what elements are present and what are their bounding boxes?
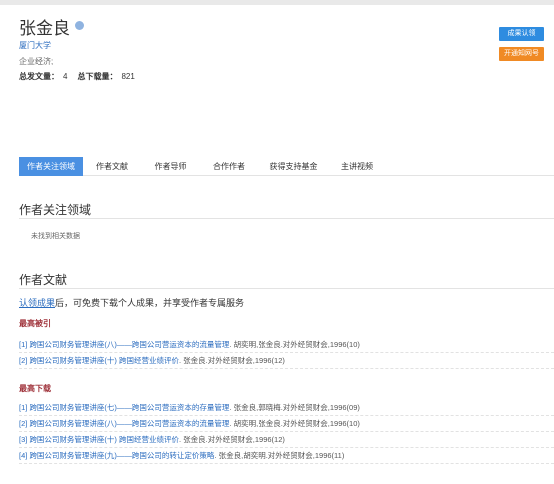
- claim-notice: 认领成果后，可免费下载个人成果，并享受作者专属服务: [19, 296, 244, 309]
- most-cited-label: 最高被引: [19, 319, 51, 328]
- total-papers-value: 4: [63, 72, 68, 81]
- list-item: [1] 跨国公司财务管理讲座(八)——跨国公司营运资本的流量管理. 胡奕明,张金…: [19, 337, 554, 353]
- item-index: [2]: [19, 356, 28, 365]
- claim-results-button[interactable]: 成果认领: [499, 27, 544, 41]
- list-item: [2] 跨国公司财务管理讲座(八)——跨国公司营运资本的流量管理. 胡奕明,张金…: [19, 416, 554, 432]
- most-downloaded-list: [1] 跨国公司财务管理讲座(七)——跨国公司营运资本的存量管理. 张金良,郭晓…: [19, 400, 554, 464]
- item-index: [2]: [19, 419, 28, 428]
- list-item: [2] 跨国公司财务管理讲座(十) 跨国经营业绩评价. 张金良.对外经贸财会,1…: [19, 353, 554, 369]
- paper-title-link[interactable]: 跨国公司财务管理讲座(九)——跨国公司的转让定价策略: [29, 451, 214, 460]
- paper-meta: . 胡奕明,张金良.对外经贸财会,1996(10): [229, 419, 360, 428]
- literature-section-divider: [19, 288, 554, 289]
- list-item: [4] 跨国公司财务管理讲座(九)——跨国公司的转让定价策略. 张金良,胡奕明.…: [19, 448, 554, 464]
- top-bar: [0, 0, 554, 5]
- total-papers-label: 总发文量：: [19, 72, 59, 81]
- no-data-text: 未找到相关数据: [31, 233, 80, 240]
- claim-link[interactable]: 认领成果: [19, 298, 55, 308]
- author-stats: 总发文量： 4 总下载量： 821: [19, 71, 135, 82]
- total-downloads-label: 总下载量：: [77, 72, 118, 81]
- most-downloaded-label: 最高下载: [19, 384, 51, 393]
- tab-advisor[interactable]: 作者导师: [141, 157, 200, 176]
- verified-icon: [75, 21, 84, 30]
- claim-notice-text: 后，可免费下载个人成果，并享受作者专属服务: [55, 298, 245, 308]
- tab-focus-areas[interactable]: 作者关注领域: [19, 157, 83, 176]
- list-item: [3] 跨国公司财务管理讲座(十) 跨国经营业绩评价. 张金良.对外经贸财会,1…: [19, 432, 554, 448]
- list-item: [1] 跨国公司财务管理讲座(七)——跨国公司营运资本的存量管理. 张金良,郭晓…: [19, 400, 554, 416]
- paper-meta: . 胡奕明,张金良.对外经贸财会,1996(10): [229, 340, 360, 349]
- literature-section-title: 作者文献: [19, 273, 68, 287]
- tab-funding[interactable]: 获得支持基金: [258, 157, 329, 176]
- item-index: [1]: [19, 340, 28, 349]
- tab-literature[interactable]: 作者文献: [83, 157, 141, 176]
- paper-title-link[interactable]: 跨国公司财务管理讲座(八)——跨国公司营运资本的流量管理: [29, 340, 229, 349]
- paper-meta: . 张金良.对外经贸财会,1996(12): [179, 356, 285, 365]
- paper-meta: . 张金良.对外经贸财会,1996(12): [179, 435, 285, 444]
- paper-title-link[interactable]: 跨国公司财务管理讲座(七)——跨国公司营运资本的存量管理: [29, 403, 229, 412]
- paper-title-link[interactable]: 跨国公司财务管理讲座(十) 跨国经营业绩评价: [29, 435, 179, 444]
- tab-bar: 作者关注领域 作者文献 作者导师 合作作者 获得支持基金 主讲视频: [19, 157, 554, 176]
- total-downloads-value: 821: [121, 72, 135, 81]
- author-field: 企业经济;: [19, 57, 54, 66]
- paper-title-link[interactable]: 跨国公司财务管理讲座(八)——跨国公司营运资本的流量管理: [29, 419, 229, 428]
- paper-title-link[interactable]: 跨国公司财务管理讲座(十) 跨国经营业绩评价: [29, 356, 179, 365]
- focus-section-divider: [19, 218, 554, 219]
- most-cited-list: [1] 跨国公司财务管理讲座(八)——跨国公司营运资本的流量管理. 胡奕明,张金…: [19, 337, 554, 369]
- author-name: 张金良: [19, 14, 84, 39]
- paper-meta: . 张金良,胡奕明.对外经贸财会,1996(11): [214, 451, 345, 460]
- paper-meta: . 张金良,郭晓梅.对外经贸财会,1996(09): [229, 403, 360, 412]
- item-index: [4]: [19, 451, 28, 460]
- tab-coauthors[interactable]: 合作作者: [200, 157, 258, 176]
- author-org-link[interactable]: 厦门大学: [19, 40, 51, 51]
- author-name-text: 张金良: [19, 19, 70, 38]
- item-index: [3]: [19, 435, 28, 444]
- tab-videos[interactable]: 主讲视频: [329, 157, 385, 176]
- focus-section-title: 作者关注领域: [19, 203, 92, 217]
- item-index: [1]: [19, 403, 28, 412]
- open-account-button[interactable]: 开通知网号: [499, 47, 544, 61]
